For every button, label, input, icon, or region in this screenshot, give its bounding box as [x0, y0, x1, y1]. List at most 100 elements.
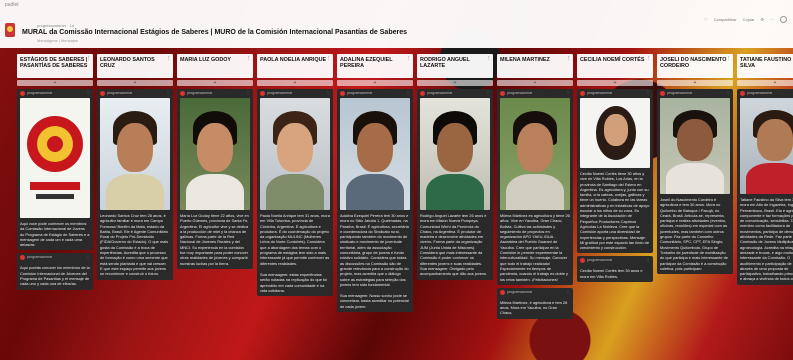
post-photo [500, 98, 570, 210]
post-card[interactable]: programasmear ⋮ Aquí podrás conocer los m… [17, 253, 93, 290]
column-header[interactable]: ESTÁGIOS DE SABERES | PASANTÍAS DE SABER… [17, 54, 93, 78]
post-menu-icon[interactable]: ⋮ [726, 90, 730, 95]
post-card[interactable]: programasmear ⋮ María Luz Godoy tiene 22 … [177, 89, 253, 269]
more-icon[interactable]: ⋯ [770, 17, 774, 22]
post-menu-icon[interactable]: ⋮ [406, 90, 410, 95]
post-author: programasmear [27, 255, 53, 260]
add-post-button[interactable]: + [657, 80, 733, 86]
brand-logo[interactable]: padlet [5, 2, 19, 8]
post-text: Paola Noelia Anrique tem 31 anos, mora e… [260, 213, 330, 266]
post-header: programasmear ⋮ [417, 89, 493, 98]
post-author: programasmear [27, 91, 53, 95]
column-header[interactable]: RODRIGO ANGUEL LAZARTE ⋮ [417, 54, 493, 78]
post-header: programasmear ⋮ [577, 256, 653, 265]
share-button[interactable]: Compartilhar [714, 17, 737, 22]
author-avatar [340, 91, 345, 96]
post-card[interactable]: programasmear ⋮ Cecilia Noemí Cortés tem … [577, 256, 653, 283]
post-card[interactable]: programasmear ⋮ Cecilia Noemí Cortés tien… [577, 89, 653, 254]
column-menu-icon[interactable]: ⋮ [166, 56, 171, 62]
column-title: JOSELI DO NASCIMENTO CORDEIRO [660, 57, 727, 69]
post-author: programasmear [267, 91, 293, 95]
author-avatar [20, 255, 25, 261]
column-header[interactable]: Adalina Ezequiel Pereira ⋮ [337, 54, 413, 78]
post-menu-icon[interactable]: ⋮ [86, 254, 90, 259]
post-menu-icon[interactable]: ⋮ [86, 90, 90, 95]
post-card[interactable]: programasmear ⋮ Aqui voce pode conhecer o… [17, 89, 93, 251]
column-menu-icon[interactable]: ⋮ [566, 56, 571, 62]
add-post-button[interactable]: + [177, 80, 253, 86]
remake-button[interactable]: Copiar [743, 17, 755, 22]
author-avatar [260, 91, 265, 96]
top-bar: padlet progressomener · 1d MURAL da Comi… [0, 0, 793, 48]
column-header[interactable]: MILENA MARTINEZ ⋮ [497, 54, 573, 78]
column-menu-icon[interactable]: ⋮ [246, 56, 251, 62]
post-card[interactable]: programasmear ⋮ Milena Martinez, é agricu… [497, 287, 573, 319]
add-post-button[interactable]: + [497, 80, 573, 86]
post-menu-icon[interactable]: ⋮ [166, 90, 170, 95]
column-paola: PAOLA NOELIA ANRIQUE ⋮ + programasmear ⋮ P… [257, 54, 333, 352]
post-author: programasmear [507, 91, 533, 95]
post-menu-icon[interactable]: ⋮ [246, 90, 250, 95]
post-card[interactable]: programasmear ⋮ Leonardo Santos Cruz tem … [97, 89, 173, 280]
column-header[interactable]: JOSELI DO NASCIMENTO CORDEIRO ⋮ [657, 54, 733, 78]
post-text-extra: Sua mensagem: estas experiências serão n… [260, 271, 328, 293]
author-avatar [660, 91, 665, 96]
add-post-button[interactable]: + [737, 80, 793, 86]
post-text: Joseli do Nascimento Cordeiro é agricult… [660, 197, 728, 271]
post-card[interactable]: programasmear ⋮ Paola Noelia Anrique tem … [257, 89, 333, 297]
post-author: programasmear [507, 289, 533, 294]
column-header[interactable]: PAOLA NOELIA ANRIQUE ⋮ [257, 54, 333, 78]
post-text: Milena Martinez es agricultora y tiene 2… [500, 213, 570, 282]
gear-icon[interactable]: ⚙ [760, 17, 764, 22]
add-post-button[interactable]: + [97, 80, 173, 86]
post-photo [660, 98, 730, 194]
heart-icon[interactable]: ♡ [704, 17, 708, 22]
column-header[interactable]: CECILIA NOEMÍ CORTÉS ⋮ [577, 54, 653, 78]
author-avatar [20, 91, 25, 96]
column-cecilia: CECILIA NOEMÍ CORTÉS ⋮ + programasmear ⋮ C… [577, 54, 653, 352]
column-menu-icon[interactable]: ⋮ [726, 56, 731, 62]
post-header: programasmear ⋮ [177, 89, 253, 98]
add-post-button[interactable]: + [577, 80, 653, 86]
post-photo [340, 98, 410, 210]
header-actions: ♡ Compartilhar Copiar ⚙ ⋯ [704, 16, 787, 23]
add-post-button[interactable]: + [257, 80, 333, 86]
post-menu-icon[interactable]: ⋮ [646, 257, 650, 262]
column-menu-icon[interactable]: ⋮ [486, 56, 491, 62]
column-rodrigo: RODRIGO ANGUEL LAZARTE ⋮ + programasmear ⋮… [417, 54, 493, 352]
account-avatar[interactable] [780, 16, 787, 23]
post-card[interactable]: programasmear ⋮ Rodrigo Anguel Lazarte te… [417, 89, 493, 280]
column-title: TATIANE FAUSTINO DA SILVA [740, 57, 793, 69]
add-post-button[interactable]: + [417, 80, 493, 86]
post-header: programasmear ⋮ [257, 89, 333, 98]
column-menu-icon[interactable]: ⋮ [646, 56, 651, 62]
post-author: programasmear [667, 91, 693, 95]
column-header[interactable]: TATIANE FAUSTINO DA SILVA [737, 54, 793, 78]
author-avatar [420, 91, 425, 96]
post-card[interactable]: programasmear Tatiane Faustino da Silva … [737, 89, 793, 285]
post-text: María Luz Godoy tiene 22 años, vive en P… [180, 213, 249, 266]
post-card[interactable]: programasmear ⋮ Adalina Ezequiel Pereira … [337, 89, 413, 313]
post-card[interactable]: programasmear ⋮ Milena Martinez es agricu… [497, 89, 573, 285]
column-header[interactable]: LEONARDO SANTOS CRUZ ⋮ [97, 54, 173, 78]
column-menu-icon[interactable]: ⋮ [406, 56, 411, 62]
column-header[interactable]: MARIA LUZ GODOY ⋮ [177, 54, 253, 78]
post-menu-icon[interactable]: ⋮ [486, 90, 490, 95]
column-menu-icon[interactable]: ⋮ [86, 56, 91, 62]
post-menu-icon[interactable]: ⋮ [566, 289, 570, 294]
post-header: programasmear ⋮ [497, 288, 573, 297]
column-milena: MILENA MARTINEZ ⋮ + programasmear ⋮ Milena… [497, 54, 573, 352]
column-joseli: JOSELI DO NASCIMENTO CORDEIRO ⋮ + program… [657, 54, 733, 352]
add-post-button[interactable]: + [337, 80, 413, 86]
post-menu-icon[interactable]: ⋮ [566, 90, 570, 95]
column-menu-icon[interactable]: ⋮ [326, 56, 331, 62]
add-post-button[interactable]: + [17, 80, 93, 86]
column-title: RODRIGO ANGUEL LAZARTE [420, 57, 470, 69]
post-card[interactable]: programasmear ⋮ Joseli do Nascimento Cord… [657, 89, 733, 275]
post-author: programasmear [587, 258, 613, 263]
column-title: PAOLA NOELIA ANRIQUE [260, 57, 327, 63]
post-menu-icon[interactable]: ⋮ [646, 90, 650, 95]
post-photo [260, 98, 330, 210]
post-menu-icon[interactable]: ⋮ [326, 90, 330, 95]
post-text: Adalina Ezequiel Pereira tem 30 anos e m… [340, 213, 409, 287]
